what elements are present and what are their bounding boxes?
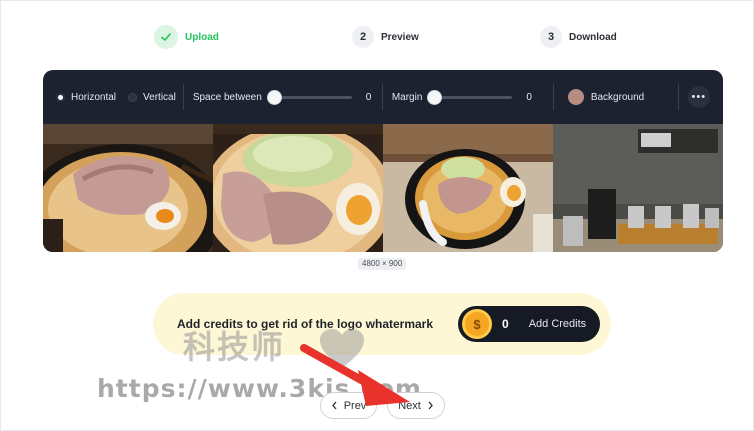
photo-ramen-egg	[213, 124, 383, 252]
vertical-label: Vertical	[143, 91, 176, 103]
add-credits-button[interactable]: $ 0 Add Credits	[458, 306, 600, 342]
background-swatch[interactable]	[567, 89, 584, 105]
step-download[interactable]: 3 Download	[540, 24, 617, 50]
more-group: •••	[679, 70, 710, 124]
margin-slider[interactable]	[428, 90, 513, 104]
vertical-radio[interactable]: Vertical	[128, 92, 176, 103]
credit-count: 0	[502, 317, 509, 331]
radio-selected-icon	[56, 92, 65, 102]
annotation-arrow-icon	[300, 344, 410, 406]
coin-icon: $	[462, 309, 492, 339]
margin-label: Margin	[391, 91, 423, 103]
merged-image-preview	[43, 124, 723, 252]
background-picker[interactable]: Background	[554, 70, 678, 124]
spacing-slider-handle[interactable]	[267, 90, 281, 104]
margin-slider-handle[interactable]	[428, 90, 442, 104]
step-upload[interactable]: Upload	[154, 24, 219, 50]
chevron-right-icon	[428, 401, 433, 410]
check-icon	[154, 25, 178, 49]
editor-toolbar: Horizontal Vertical Space between 0 Marg…	[43, 70, 723, 124]
orientation-group: Horizontal Vertical	[43, 70, 186, 124]
step-preview[interactable]: 2 Preview	[352, 24, 419, 50]
margin-group: Margin 0	[383, 70, 553, 124]
step-label: Download	[569, 31, 617, 43]
watermark-cn-text: 科技师	[183, 328, 286, 366]
spacing-value: 0	[365, 91, 372, 103]
background-label: Background	[590, 91, 645, 103]
step-number: 3	[540, 26, 562, 48]
step-number: 2	[352, 26, 374, 48]
step-label: Upload	[185, 31, 219, 43]
margin-value: 0	[526, 91, 532, 103]
more-horizontal-icon[interactable]: •••	[687, 86, 710, 108]
spacing-label: Space between	[192, 91, 262, 103]
canvas-dimensions: 4800 × 900	[358, 258, 407, 270]
stepper: Upload 2 Preview 3 Download	[0, 24, 754, 50]
horizontal-label: Horizontal	[71, 91, 117, 103]
step-label: Preview	[381, 31, 419, 43]
add-credits-label: Add Credits	[528, 318, 587, 330]
photo-ramen-topdown	[383, 124, 553, 252]
merge-editor: Horizontal Vertical Space between 0 Marg…	[43, 70, 723, 252]
photo-ramen-closeup	[43, 124, 213, 252]
spacing-slider[interactable]	[267, 90, 352, 104]
photo-condiments	[553, 124, 723, 252]
spacing-group: Space between 0	[184, 70, 382, 124]
radio-unselected-icon	[128, 92, 138, 102]
horizontal-radio[interactable]: Horizontal	[56, 92, 116, 103]
